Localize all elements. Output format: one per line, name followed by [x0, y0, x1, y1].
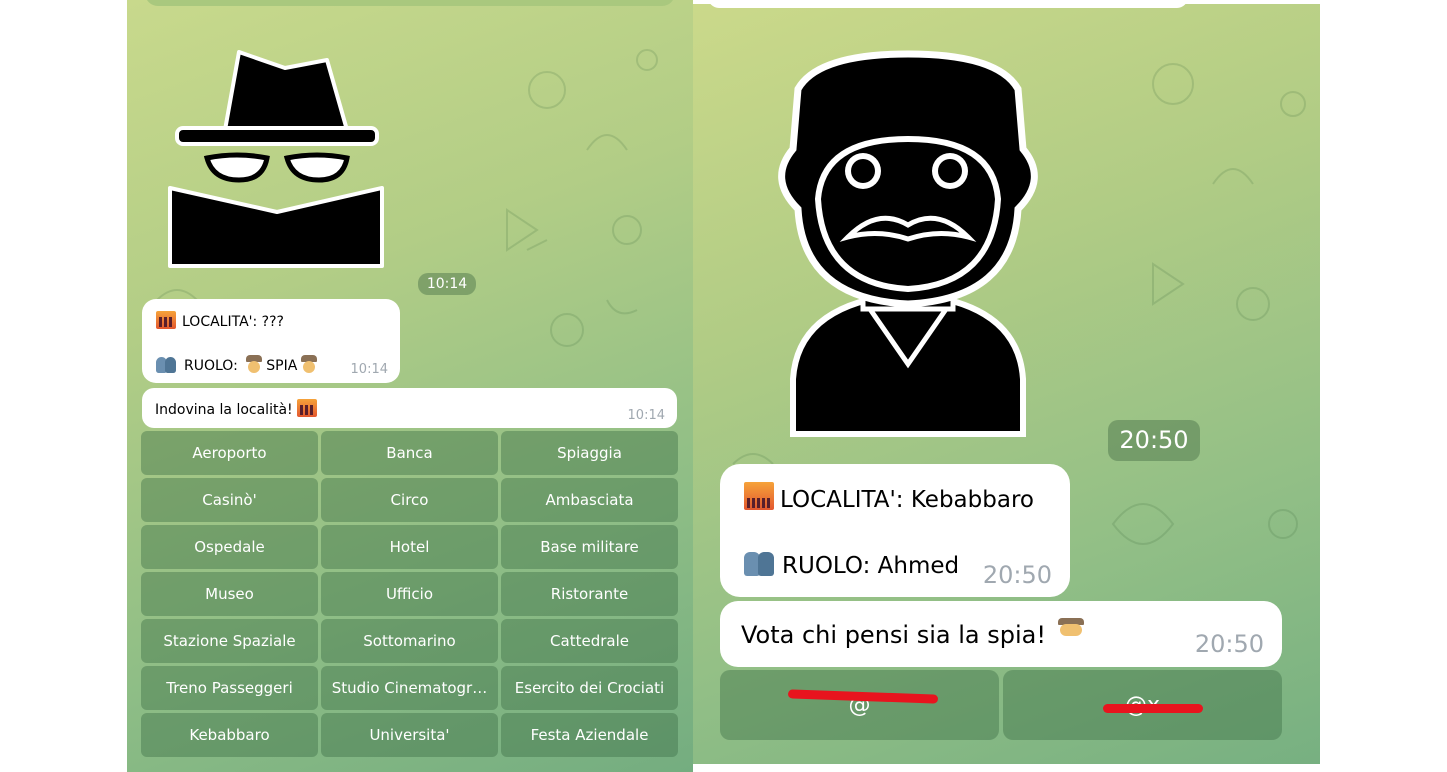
location-button[interactable]: Spiaggia [501, 431, 678, 475]
spy-sticker-icon [168, 50, 384, 268]
message-time: 20:50 [1194, 630, 1264, 658]
vote-prompt-message: Vota chi pensi sia la spia! 20:50 [720, 601, 1282, 667]
cityscape-emoji-icon [156, 311, 176, 329]
location-button[interactable]: Aeroporto [141, 431, 318, 475]
previous-message-edge [708, 4, 1188, 8]
location-button[interactable]: Kebabbaro [141, 713, 318, 757]
cityscape-emoji-icon [744, 482, 774, 510]
man-mustache-sticker-icon [778, 50, 1038, 437]
location-button[interactable]: Base militare [501, 525, 678, 569]
busts-emoji-icon [156, 355, 178, 373]
chat-panel-right: 20:50 LOCALITA': Kebabbaro RUOLO: Ahmed … [693, 4, 1320, 764]
location-button[interactable]: Stazione Spaziale [141, 619, 318, 663]
location-keyboard: Aeroporto Banca Spiaggia Casinò' Circo Ambasc… [141, 431, 678, 757]
location-button[interactable]: Festa Aziendale [501, 713, 678, 757]
prompt-text: Indovina la località! [155, 402, 293, 418]
message-time: 20:50 [982, 561, 1052, 589]
location-button[interactable]: Ristorante [501, 572, 678, 616]
location-button[interactable]: Cattedrale [501, 619, 678, 663]
location-button[interactable]: Ambasciata [501, 478, 678, 522]
location-button[interactable]: Universita' [321, 713, 498, 757]
role-line: RUOLO: Ahmed [744, 550, 959, 579]
busts-emoji-icon [744, 550, 776, 576]
detective-emoji-icon [245, 355, 263, 373]
location-button[interactable]: Hotel [321, 525, 498, 569]
location-button[interactable]: Circo [321, 478, 498, 522]
location-line: LOCALITA': Kebabbaro [744, 482, 1034, 513]
location-button[interactable]: Esercito dei Crociati [501, 666, 678, 710]
message-time: 10:14 [627, 408, 665, 423]
guess-prompt-message: Indovina la località! 10:14 [142, 388, 677, 428]
location-button[interactable]: Ufficio [321, 572, 498, 616]
redaction-mark [1103, 704, 1203, 713]
sticker-time: 20:50 [1108, 420, 1200, 461]
location-button[interactable]: Sottomarino [321, 619, 498, 663]
vote-user-button[interactable]: @ [720, 670, 999, 740]
cityscape-emoji-icon [297, 399, 318, 417]
detective-emoji-icon [300, 355, 318, 373]
role-line: RUOLO: SPIA [156, 355, 321, 374]
sticker-time: 10:14 [418, 273, 476, 295]
message-time: 10:14 [350, 362, 388, 377]
location-button[interactable]: Ospedale [141, 525, 318, 569]
chat-panel-left: 10:14 LOCALITA': ??? RUOLO: SPIA 10:14 I… [127, 0, 693, 772]
location-button[interactable]: Casinò' [141, 478, 318, 522]
role-info-message: LOCALITA': ??? RUOLO: SPIA 10:14 [142, 299, 400, 383]
location-button[interactable]: Treno Passeggeri [141, 666, 318, 710]
previous-message-edge [145, 0, 675, 6]
role-info-message: LOCALITA': Kebabbaro RUOLO: Ahmed 20:50 [720, 464, 1070, 597]
prompt-text: Vota chi pensi sia la spia! [741, 621, 1046, 649]
location-button[interactable]: Banca [321, 431, 498, 475]
location-button[interactable]: Studio Cinematogr… [321, 666, 498, 710]
location-button[interactable]: Museo [141, 572, 318, 616]
location-line: LOCALITA': ??? [156, 311, 284, 330]
detective-emoji-icon [1057, 618, 1085, 646]
